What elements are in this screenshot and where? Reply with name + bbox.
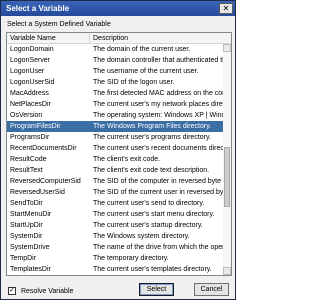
variable-description: The current user's startup directory. [93, 222, 203, 229]
list-item[interactable]: ReversedComputerSid The SID of the comput… [7, 176, 231, 187]
variable-name: LogonDomain [10, 46, 54, 53]
list-item[interactable]: LogonUser The username of the current use… [7, 66, 231, 77]
variable-description: The domain of the current user. [93, 46, 191, 53]
variable-name: SystemDrive [10, 244, 50, 251]
variable-description: The Windows system directory. [93, 233, 190, 240]
column-header-variable-name[interactable]: Variable Name [7, 33, 90, 44]
list-item[interactable]: OsVersion The operating system: Windows X… [7, 110, 231, 121]
variable-name: ProgramsDir [10, 134, 50, 141]
list-item[interactable]: LogonUserSid The SID of the logon user. [7, 77, 231, 88]
list-item[interactable]: ResultCode The client's exit code. [7, 154, 231, 165]
column-header-description[interactable]: Description [90, 33, 231, 44]
list-item[interactable]: NetPlacesDir The current user's my networ… [7, 99, 231, 110]
list-item[interactable]: TemplatesDir The current user's templates… [7, 264, 231, 275]
resolve-variable-checkbox[interactable]: ✓ [8, 287, 16, 295]
list-item[interactable]: LogonDomain The domain of the current use… [7, 44, 231, 55]
variable-name: SendToDir [10, 200, 43, 207]
variable-description: The current user's start menu directory. [93, 211, 215, 218]
list-item[interactable]: ResultText The client's exit code text de… [7, 165, 231, 176]
cancel-button[interactable]: Cancel [194, 283, 229, 296]
list-item[interactable]: ProgramsDir The current user's programs d… [7, 132, 231, 143]
variable-description: The SID of the computer in reversed byte… [93, 178, 223, 185]
list-rows: LogonDomain The domain of the current use… [7, 44, 231, 275]
variable-name: LogonUserSid [10, 79, 55, 86]
variable-name: ResultText [10, 167, 43, 174]
variable-description: The current user's send to directory. [93, 200, 205, 207]
variable-description: The client's exit code text description. [93, 167, 210, 174]
dialog-subtitle: Select a System Defined Variable [7, 21, 111, 28]
variable-description: The domain controller that authenticated… [93, 57, 223, 64]
list-item[interactable]: SystemDir The Windows system directory. [7, 231, 231, 242]
variable-name: LogonUser [10, 68, 45, 75]
variable-description: The current user's programs directory. [93, 134, 211, 141]
variable-description: The SID of the current user in reversed … [93, 189, 223, 196]
list-item[interactable]: ProgramFilesDir The Windows Program Files… [7, 121, 231, 132]
list-item[interactable]: LogonServer The domain controller that au… [7, 55, 231, 66]
variable-name: RecentDocumentsDir [10, 145, 77, 152]
scroll-down-button[interactable] [223, 267, 231, 275]
variable-description: The current user's recent documents dire… [93, 145, 223, 152]
variable-list[interactable]: Variable Name Description LogonDomain The… [6, 32, 232, 276]
variable-name: OsVersion [10, 112, 43, 119]
variable-description: The operating system: Windows XP | Windo… [93, 112, 223, 119]
variable-name: SystemDir [10, 233, 43, 240]
list-item[interactable]: StartUpDir The current user's startup dir… [7, 220, 231, 231]
variable-description: The current user's my network places dir… [93, 101, 223, 108]
variable-description: The client's exit code. [93, 156, 161, 163]
variable-description: The SID of the logon user. [93, 79, 175, 86]
variable-description: The current user's templates directory. [93, 266, 212, 273]
list-item[interactable]: SendToDir The current user's send to dire… [7, 198, 231, 209]
list-item[interactable]: MacAddress The first detected MAC address… [7, 88, 231, 99]
resolve-variable-label: Resolve Variable [21, 287, 74, 295]
variable-name: ReversedUserSid [10, 189, 65, 196]
variable-name: StartUpDir [10, 222, 43, 229]
close-icon[interactable]: ✕ [219, 3, 233, 14]
variable-description: The first detected MAC address on the co… [93, 90, 223, 97]
variable-description: The username of the current user. [93, 68, 199, 75]
list-item[interactable]: TempDir The temporary directory. [7, 253, 231, 264]
variable-description: The Windows Program Files directory. [93, 123, 212, 130]
window-title: Select a Variable [6, 4, 70, 13]
list-header: Variable Name Description [7, 33, 231, 44]
variable-name: TempDir [10, 255, 37, 262]
scrollbar-thumb[interactable] [224, 147, 230, 207]
select-variable-dialog: Select a Variable ✕ Select a System Defi… [0, 0, 236, 300]
list-item[interactable]: ReversedUserSid The SID of the current us… [7, 187, 231, 198]
title-bar: Select a Variable ✕ [1, 1, 235, 16]
variable-name: TemplatesDir [10, 266, 51, 273]
list-item[interactable]: RecentDocumentsDir The current user's rec… [7, 143, 231, 154]
list-item[interactable]: SystemDrive The name of the drive from wh… [7, 242, 231, 253]
variable-name: StartMenuDir [10, 211, 52, 218]
variable-name: MacAddress [10, 90, 49, 97]
variable-description: The name of the drive from which the ope… [93, 244, 223, 251]
scroll-up-button[interactable] [223, 44, 231, 52]
variable-name: NetPlacesDir [10, 101, 51, 108]
list-item[interactable]: StartMenuDir The current user's start men… [7, 209, 231, 220]
resolve-variable-option[interactable]: ✓ Resolve Variable [8, 286, 73, 296]
select-button[interactable]: Select [139, 283, 174, 296]
variable-name: LogonServer [10, 57, 51, 64]
variable-name: ReversedComputerSid [10, 178, 81, 185]
variable-name: ProgramFilesDir [10, 123, 61, 130]
variable-name: ResultCode [10, 156, 47, 163]
variable-description: The temporary directory. [93, 255, 169, 262]
